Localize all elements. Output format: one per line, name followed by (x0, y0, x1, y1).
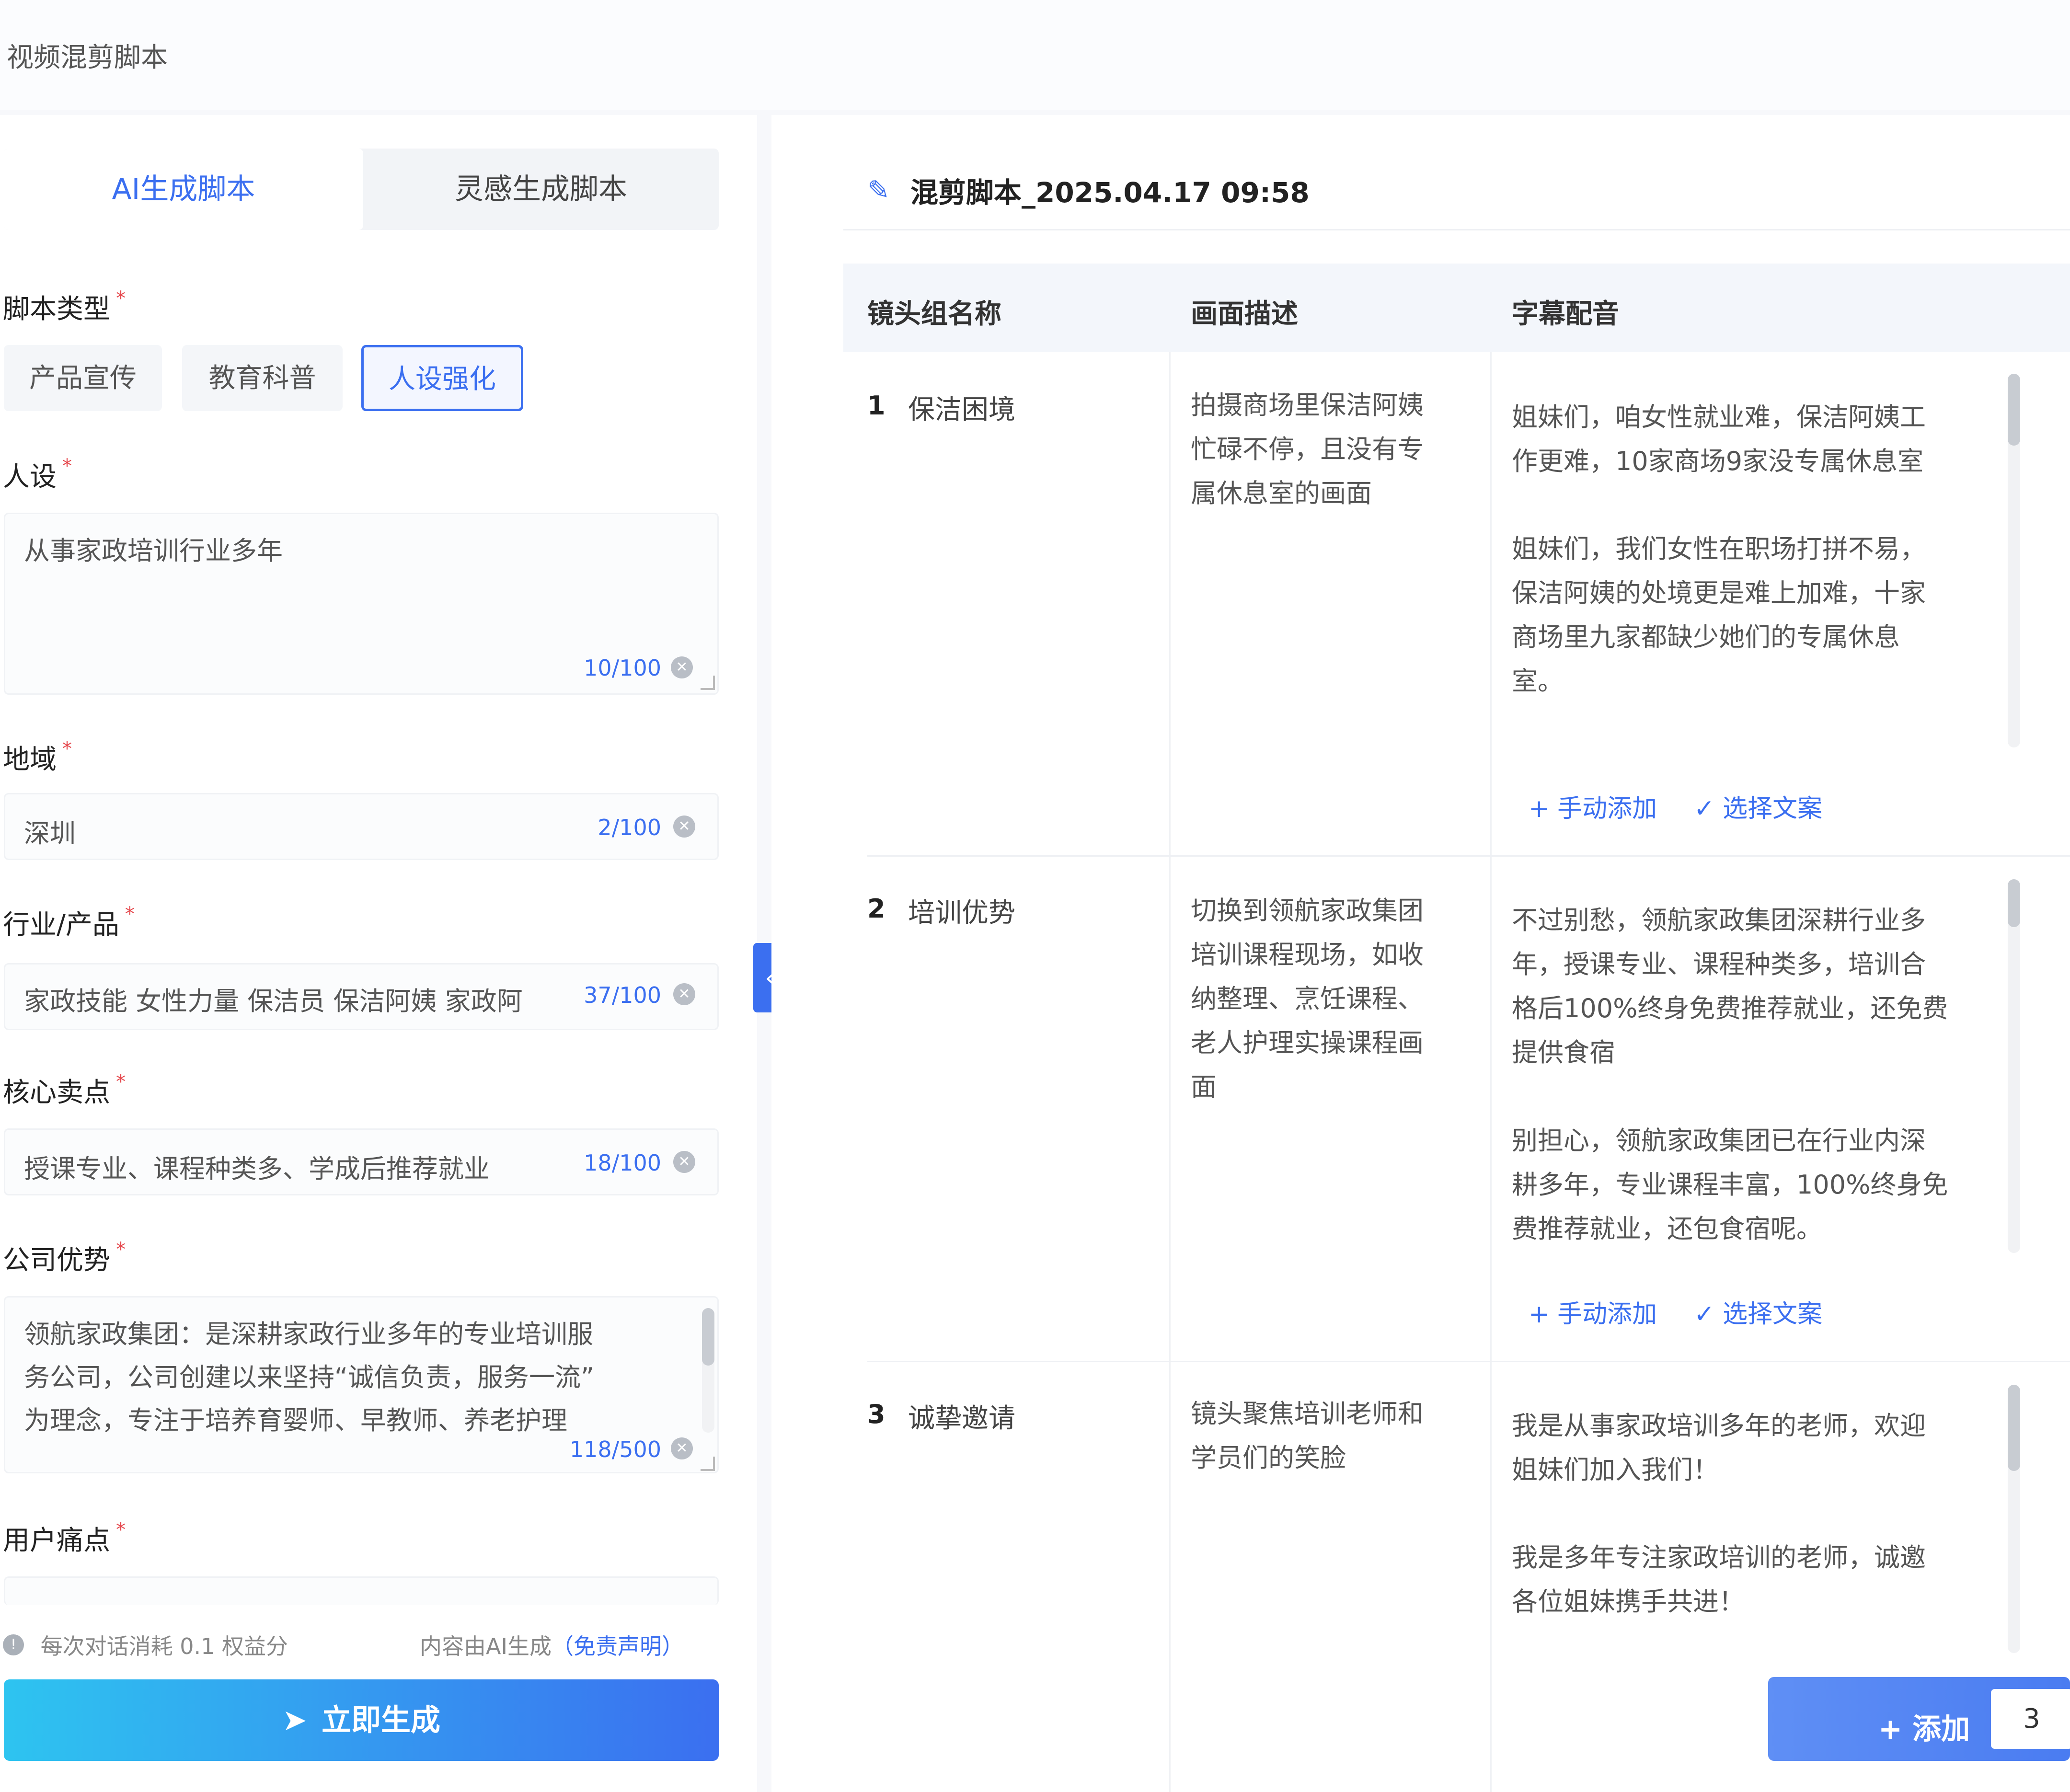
pain-points-input[interactable] (4, 1576, 719, 1605)
selling-points-value: 授课专业、课程种类多、学成后推荐就业 (24, 1154, 490, 1184)
company-advantage-counter: 118/500 (569, 1436, 661, 1462)
persona-counter: 10/100 (584, 655, 661, 681)
subtitle-option: 姐妹们，咱女性就业难，保洁阿姨工 作更难，10家商场9家没专属休息室 (1512, 402, 1926, 476)
shot-name: 诚挚邀请 (908, 1403, 1015, 1434)
shot-name: 保洁困境 (908, 394, 1015, 425)
divider (843, 229, 2070, 230)
app-title: 视频混剪脚本 (7, 42, 168, 73)
divider (1490, 352, 1492, 1792)
send-icon: ➤ (282, 1702, 307, 1737)
divider (867, 855, 2070, 857)
scene-description: 镜头聚焦培训老师和 学员们的笑脸 (1191, 1399, 1424, 1473)
subtitle-option: 别担心，领航家政集团已在行业内深 耕多年，专业课程丰富，100%终身免 费推荐就业，… (1512, 1126, 1948, 1244)
company-advantage-line: 为理念，专注于培养育婴师、早教师、养老护理 (24, 1405, 567, 1436)
info-icon: ! (3, 1634, 24, 1655)
company-advantage-label: 公司优势 * (3, 1239, 126, 1276)
column-header-scene-description: 画面描述 (1191, 299, 1298, 330)
subtitle-option: 我是从事家政培训多年的老师，欢迎 姐妹们加入我们！ (1512, 1411, 1926, 1485)
scene-description: 拍摄商场里保洁阿姨 忙碌不停，且没有专 属休息室的画面 (1191, 390, 1424, 508)
company-advantage-scroll-thumb[interactable] (702, 1308, 714, 1366)
region-value: 深圳 (24, 818, 76, 849)
shot-name: 培训优势 (908, 897, 1015, 929)
disclaimer-link[interactable]: （免责声明） (552, 1633, 684, 1659)
row-index: 3 (867, 1399, 886, 1429)
resize-grip-icon[interactable] (701, 1457, 715, 1471)
region-label: 地域 * (3, 738, 72, 775)
add-row-label: + 添加 (1878, 1712, 1970, 1746)
pain-points-label: 用户痛点 * (3, 1519, 126, 1556)
add-count-input[interactable]: 3 (1991, 1689, 2070, 1749)
scene-description: 切换到领航家政集团 培训课程现场，如收 纳整理、烹饪课程、 老人护理实操课程画面 (1191, 896, 1424, 1102)
industry-label: 行业/产品 * (3, 903, 135, 941)
industry-value: 家政技能 女性力量 保洁员 保洁阿姨 家政阿 (24, 986, 523, 1016)
column-header-subtitle-voice: 字幕配音 (1512, 299, 1619, 330)
row-index: 2 (867, 894, 886, 924)
company-advantage-line: 务公司，公司创建以来坚持“诚信负责，服务一流” (24, 1362, 594, 1392)
ai-note: 内容由AI生成（免责声明） (420, 1633, 684, 1659)
subtitle-scroll-thumb[interactable] (2008, 879, 2020, 927)
choose-copy-link[interactable]: ✓ 选择文案 (1694, 1294, 1822, 1330)
selling-points-label: 核心卖点 * (3, 1071, 126, 1108)
manual-add-link[interactable]: + 手动添加 (1529, 788, 1657, 824)
subtitle-scroll-thumb[interactable] (2008, 374, 2020, 446)
subtitle-scroll-thumb[interactable] (2008, 1385, 2020, 1471)
script-type-product-button[interactable]: 产品宣传 (4, 345, 162, 411)
selling-points-counter: 18/100 (584, 1150, 661, 1176)
region-counter: 2/100 (598, 815, 661, 840)
clear-icon[interactable]: ✕ (671, 1437, 693, 1459)
generate-button[interactable]: ➤ 立即生成 (4, 1679, 719, 1761)
clear-icon[interactable]: ✕ (671, 656, 693, 678)
column-header-shot-name: 镜头组名称 (867, 299, 1001, 330)
top-bar (0, 0, 2070, 110)
row-index: 1 (867, 391, 886, 421)
company-advantage-line: 领航家政集团：是深耕家政行业多年的专业培训服 (24, 1319, 593, 1349)
manual-add-link[interactable]: + 手动添加 (1529, 1294, 1657, 1330)
table-header (843, 264, 2070, 352)
subtitle-option: 姐妹们，我们女性在职场打拼不易， 保洁阿姨的处境更是难上加难，十家 商场里九家都缺少… (1512, 534, 1926, 696)
industry-counter: 37/100 (584, 982, 661, 1008)
subtitle-option: 我是多年专注家政培训的老师，诚邀 各位姐妹携手共进！ (1512, 1542, 1926, 1617)
script-type-education-button[interactable]: 教育科普 (182, 345, 343, 411)
tab-inspiration-generate[interactable]: 灵感生成脚本 (363, 149, 719, 230)
persona-value: 从事家政培训行业多年 (24, 536, 283, 566)
choose-copy-link[interactable]: ✓ 选择文案 (1694, 788, 1822, 824)
cost-text: 每次对话消耗 0.1 权益分 (40, 1633, 288, 1659)
tab-ai-generate[interactable]: AI生成脚本 (4, 149, 363, 230)
subtitle-scrollbar[interactable] (2008, 879, 2020, 1253)
resize-grip-icon[interactable] (701, 676, 715, 690)
clear-icon[interactable]: ✕ (673, 983, 695, 1005)
clear-icon[interactable]: ✕ (673, 1151, 695, 1173)
edit-icon[interactable]: ✎ (867, 175, 890, 206)
divider (867, 1361, 2070, 1362)
divider (1169, 352, 1171, 1792)
script-title: 混剪脚本_2025.04.17 09:58 (910, 176, 1310, 209)
subtitle-option: 不过别愁，领航家政集团深耕行业多 年，授课专业、课程种类多，培训合 格后100%终身… (1512, 905, 1948, 1068)
clear-icon[interactable]: ✕ (673, 816, 695, 838)
persona-label: 人设 * (3, 455, 72, 493)
script-type-label: 脚本类型 * (3, 287, 126, 325)
usage-notice: ! 每次对话消耗 0.1 权益分 内容由AI生成（免责声明） (3, 1629, 722, 1663)
script-type-persona-button[interactable]: 人设强化 (361, 345, 523, 411)
